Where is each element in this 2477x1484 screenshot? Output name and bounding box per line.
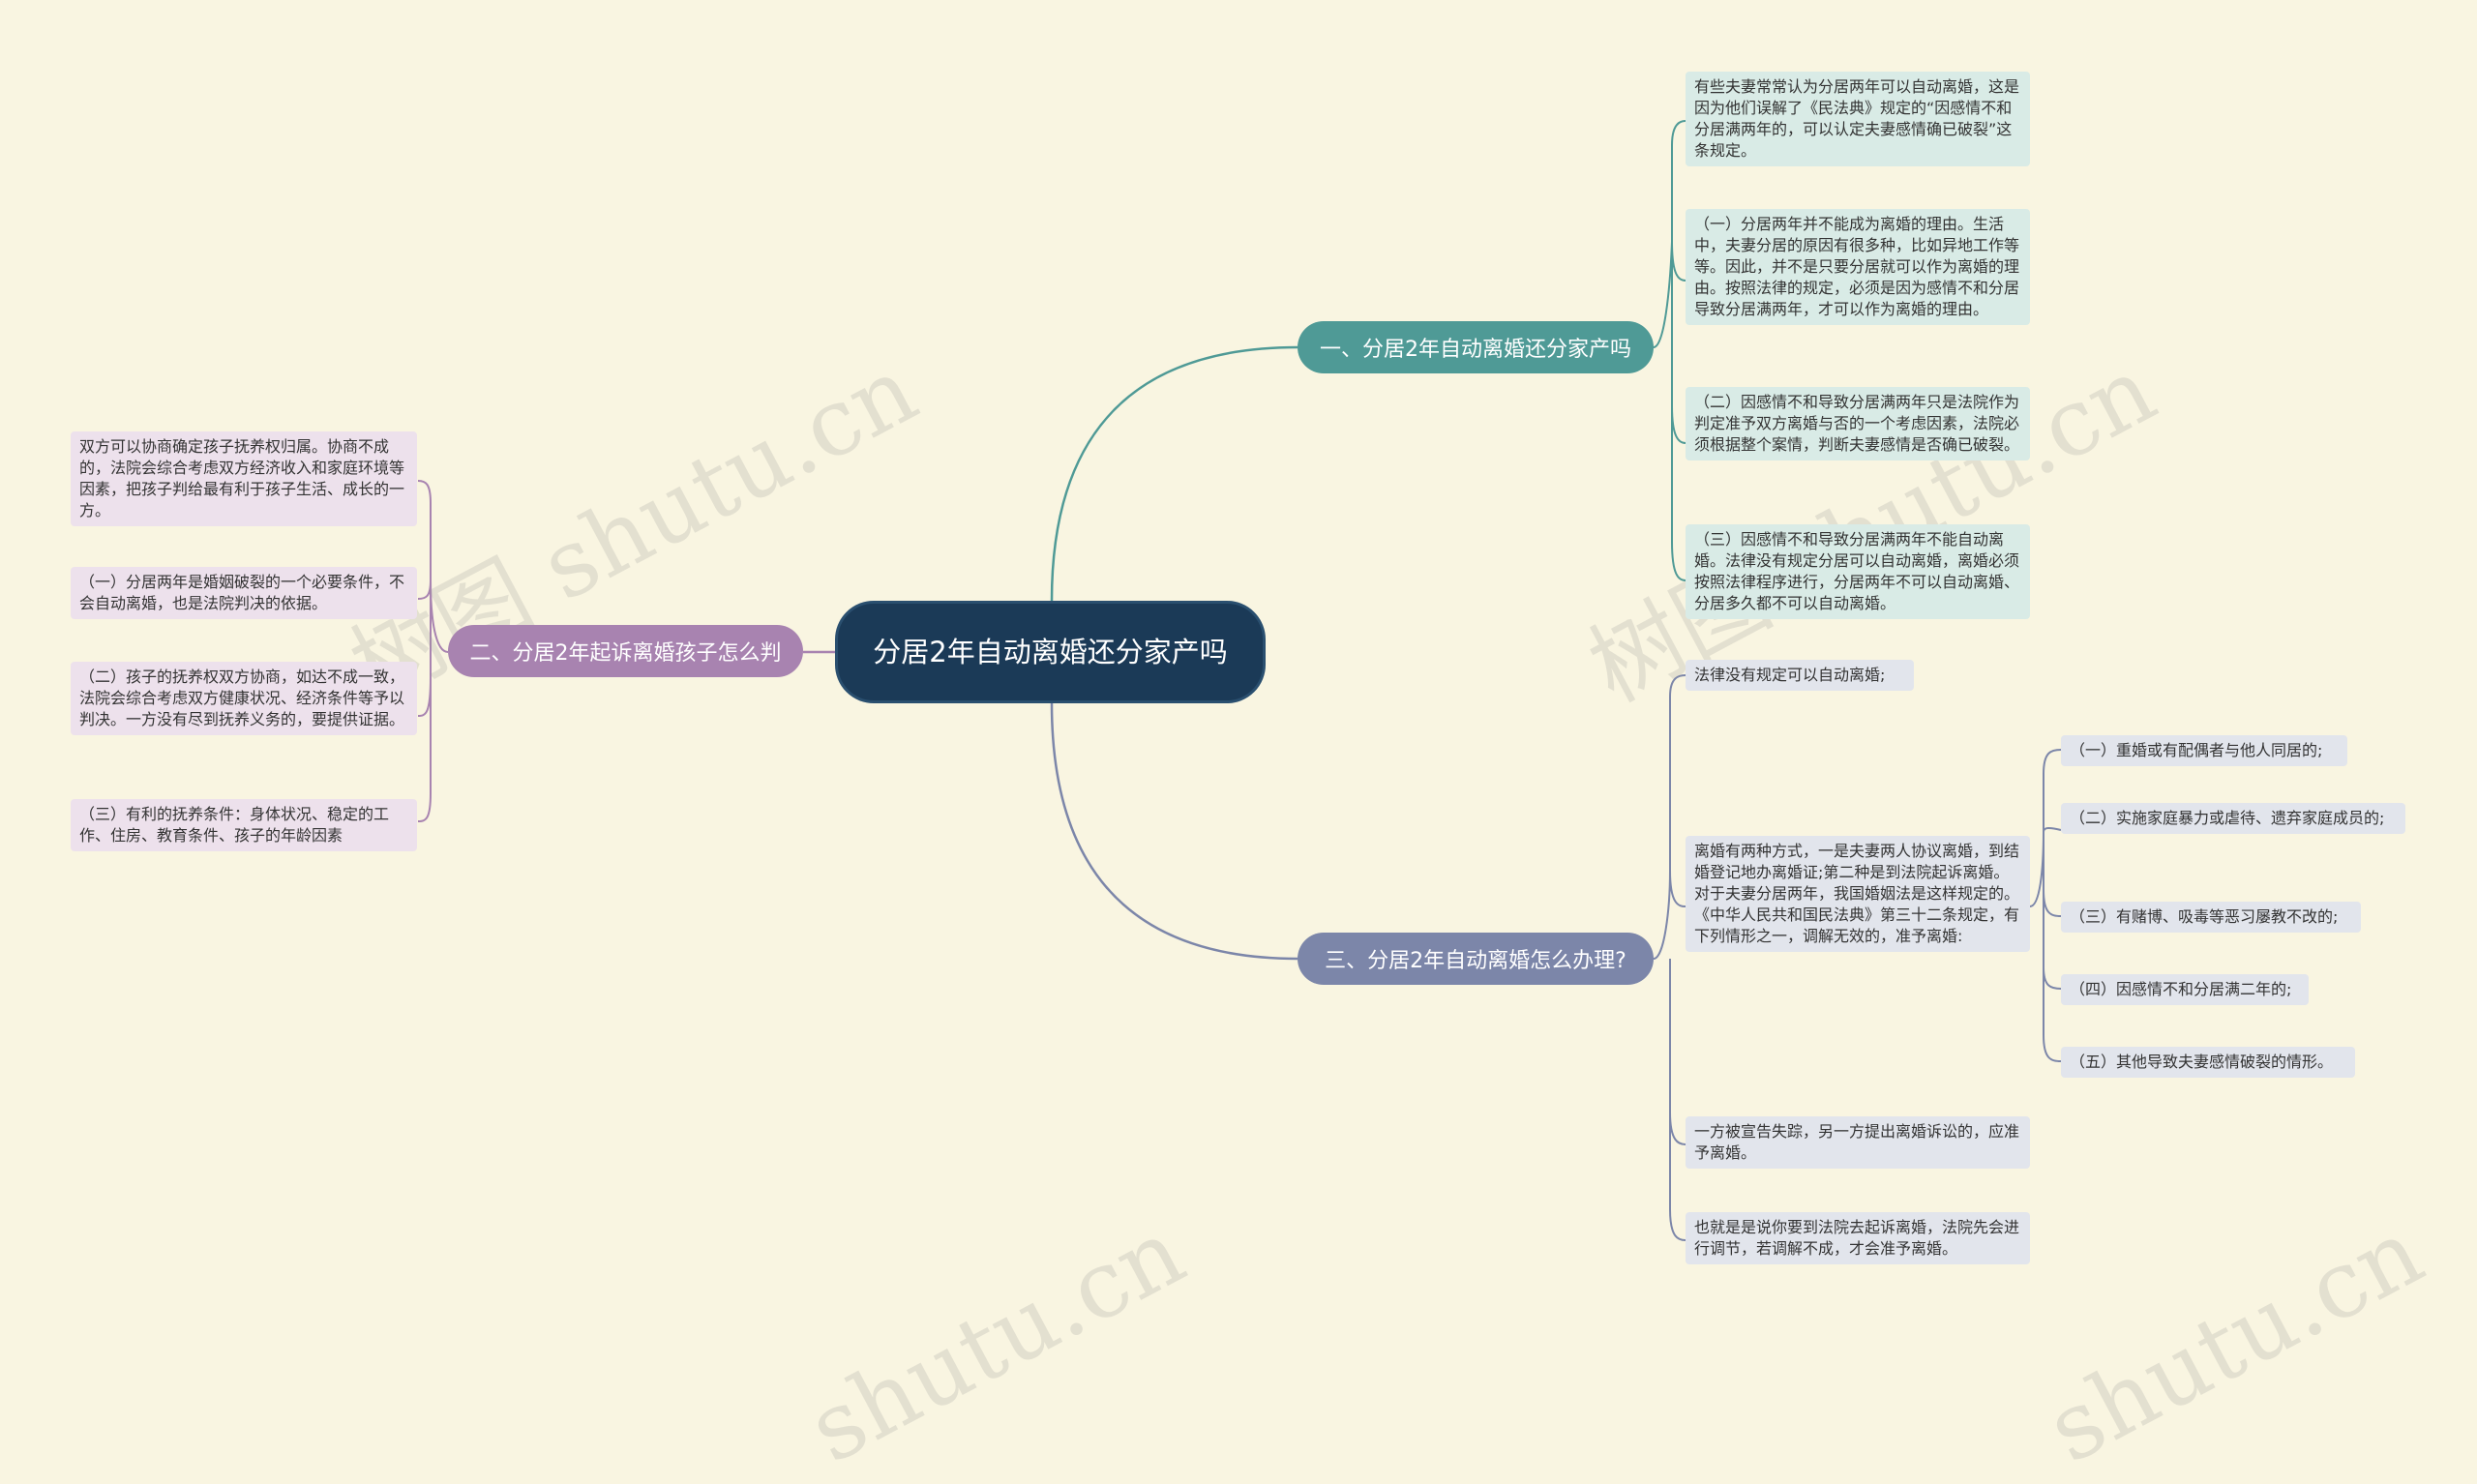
leaf-2-2[interactable]: （一）分居两年是婚姻破裂的一个必要条件，不会自动离婚，也是法院判决的依据。 [71, 567, 417, 619]
leaf-1-4[interactable]: （三）因感情不和导致分居满两年不能自动离婚。法律没有规定分居可以自动离婚，离婚必… [1686, 524, 2030, 619]
leaf-3-4[interactable]: 也就是是说你要到法院去起诉离婚，法院先会进行调节，若调解不成，才会准予离婚。 [1686, 1212, 2030, 1264]
leaf-3-2[interactable]: 离婚有两种方式，一是夫妻两人协议离婚，到结婚登记地办离婚证;第二种是到法院起诉离… [1686, 836, 2030, 952]
subleaf-3-3[interactable]: （三）有赌博、吸毒等恶习屡教不改的; [2061, 902, 2361, 933]
subleaf-3-2[interactable]: （二）实施家庭暴力或虐待、遗弃家庭成员的; [2061, 803, 2405, 834]
leaf-2-4[interactable]: （三）有利的抚养条件：身体状况、稳定的工作、住房、教育条件、孩子的年龄因素 [71, 799, 417, 851]
branch-1-label: 一、分居2年自动离婚还分家产吗 [1320, 338, 1631, 362]
leaf-2-1[interactable]: 双方可以协商确定孩子抚养权归属。协商不成的，法院会综合考虑双方经济收入和家庭环境… [71, 431, 417, 526]
subleaf-3-1[interactable]: （一）重婚或有配偶者与他人同居的; [2061, 735, 2347, 766]
leaf-1-2[interactable]: （一）分居两年并不能成为离婚的理由。生活中，夫妻分居的原因有很多种，比如异地工作… [1686, 209, 2030, 325]
root-node[interactable]: 分居2年自动离婚还分家产吗 [835, 601, 1266, 703]
branch-node-1[interactable]: 一、分居2年自动离婚还分家产吗 [1298, 321, 1654, 373]
edge-root-branch3 [1050, 702, 1298, 961]
root-label: 分居2年自动离婚还分家产吗 [873, 636, 1228, 668]
leaf-3-1[interactable]: 法律没有规定可以自动离婚; [1686, 660, 1914, 691]
branch-node-2[interactable]: 二、分居2年起诉离婚孩子怎么判 [448, 625, 803, 677]
leaf-2-3[interactable]: （二）孩子的抚养权双方协商，如达不成一致，法院会综合考虑双方健康状况、经济条件等… [71, 662, 417, 735]
leaf-1-3[interactable]: （二）因感情不和导致分居满两年只是法院作为判定准予双方离婚与否的一个考虑因素，法… [1686, 387, 2030, 460]
branch-node-3[interactable]: 三、分居2年自动离婚怎么办理? [1298, 933, 1654, 985]
leaf-3-3[interactable]: 一方被宣告失踪，另一方提出离婚诉讼的，应准予离婚。 [1686, 1116, 2030, 1169]
subleaf-3-4[interactable]: （四）因感情不和分居满二年的; [2061, 974, 2309, 1005]
leaf-1-1[interactable]: 有些夫妻常常认为分居两年可以自动离婚，这是因为他们误解了《民法典》规定的“因感情… [1686, 72, 2030, 166]
subleaf-3-5[interactable]: （五）其他导致夫妻感情破裂的情形。 [2061, 1047, 2355, 1078]
branch-2-label: 二、分居2年起诉离婚孩子怎么判 [469, 641, 782, 666]
branch-3-label: 三、分居2年自动离婚怎么办理? [1325, 949, 1626, 973]
edge-root-branch1 [1050, 345, 1298, 602]
mindmap-canvas: 树图 shutu.cn 树图 shutu.cn shutu.cn shutu.c… [0, 0, 2477, 1484]
